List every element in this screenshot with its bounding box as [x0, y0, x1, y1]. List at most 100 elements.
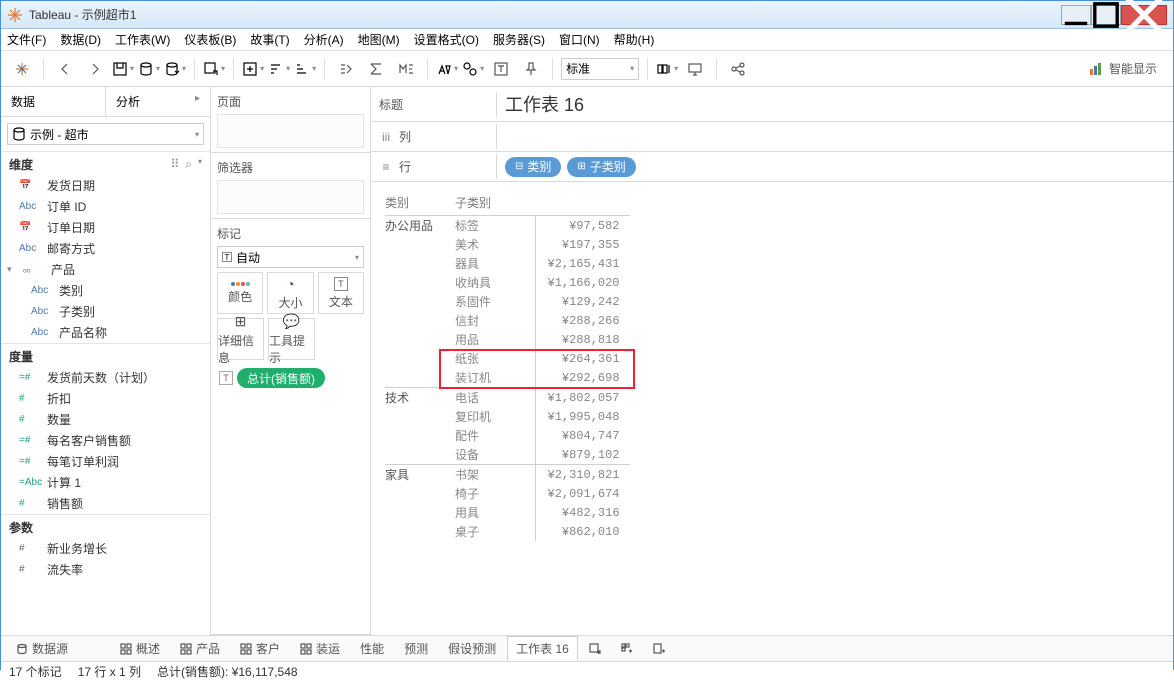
- forward-button[interactable]: [82, 56, 108, 82]
- menu-map[interactable]: 地图(M): [358, 31, 400, 48]
- new-dashboard-tab[interactable]: [612, 639, 642, 659]
- field-product-folder[interactable]: ▾ₒₒ产品: [1, 259, 210, 280]
- param-churn[interactable]: #流失率: [1, 559, 210, 580]
- viz-row[interactable]: 设备¥879,102: [385, 445, 630, 465]
- share-button[interactable]: [725, 56, 751, 82]
- new-worksheet-tab[interactable]: [580, 639, 610, 659]
- menu-dashboard[interactable]: 仪表板(B): [184, 31, 236, 48]
- tab-analytics[interactable]: 分析▸: [106, 87, 210, 116]
- viz-row[interactable]: 家具书架¥2,310,821: [385, 465, 630, 485]
- field-sales[interactable]: #销售额: [1, 493, 210, 514]
- presentation-button[interactable]: [682, 56, 708, 82]
- menu-story[interactable]: 故事(T): [250, 31, 289, 48]
- save-button[interactable]: ▾: [112, 61, 134, 77]
- new-datasource-button[interactable]: ▾: [138, 61, 160, 77]
- show-me-button[interactable]: 智能显示: [1089, 60, 1165, 77]
- param-new-business[interactable]: #新业务增长: [1, 538, 210, 559]
- viz-row[interactable]: 信封¥288,266: [385, 311, 630, 330]
- field-profit-per-order[interactable]: =#每笔订单利润: [1, 451, 210, 472]
- show-cards-button[interactable]: ▾: [656, 61, 678, 77]
- new-worksheet-button[interactable]: ▾: [203, 61, 225, 77]
- tableau-icon[interactable]: [9, 56, 35, 82]
- field-quantity[interactable]: #数量: [1, 409, 210, 430]
- menu-analysis[interactable]: 分析(A): [304, 31, 344, 48]
- pin-button[interactable]: [518, 56, 544, 82]
- tab-worksheet-16[interactable]: 工作表 16: [507, 636, 578, 661]
- menu-data[interactable]: 数据(D): [60, 31, 101, 48]
- group-button[interactable]: [333, 56, 359, 82]
- back-button[interactable]: [52, 56, 78, 82]
- viz-row[interactable]: 美术¥197,355: [385, 235, 630, 254]
- marks-detail-button[interactable]: ⊞详细信息: [217, 318, 264, 360]
- field-ship-date[interactable]: 📅发货日期: [1, 175, 210, 196]
- field-ship-mode[interactable]: Abc邮寄方式: [1, 238, 210, 259]
- field-days-to-ship[interactable]: =#发货前天数（计划）: [1, 367, 210, 388]
- view-list-icon[interactable]: ⠿: [170, 157, 179, 172]
- menu-worksheet[interactable]: 工作表(W): [115, 31, 170, 48]
- field-sales-per-customer[interactable]: =#每名客户销售额: [1, 430, 210, 451]
- menu-server[interactable]: 服务器(S): [493, 31, 545, 48]
- viz-row[interactable]: 复印机¥1,995,048: [385, 407, 630, 426]
- tab-performance[interactable]: 性能: [351, 636, 393, 661]
- tab-shipping[interactable]: 装运: [291, 636, 349, 661]
- field-subcategory[interactable]: Abc子类别: [1, 301, 210, 322]
- maximize-button[interactable]: [1091, 5, 1121, 25]
- tab-customer[interactable]: 客户: [231, 636, 289, 661]
- field-product-name[interactable]: Abc产品名称: [1, 322, 210, 343]
- field-order-date[interactable]: 📅订单日期: [1, 217, 210, 238]
- close-button[interactable]: [1121, 5, 1167, 25]
- tab-product[interactable]: 产品: [171, 636, 229, 661]
- tab-forecast[interactable]: 预测: [395, 636, 437, 661]
- viz-row[interactable]: 椅子¥2,091,674: [385, 484, 630, 503]
- viz-row[interactable]: 办公用品标签¥97,582: [385, 216, 630, 236]
- mark-type-selector[interactable]: T自动▾: [217, 246, 364, 268]
- highlight-button[interactable]: ▾: [436, 61, 458, 77]
- viz-row[interactable]: 系固件¥129,242: [385, 292, 630, 311]
- marks-size-button[interactable]: ◔大小: [267, 272, 313, 314]
- field-order-id[interactable]: Abc订单 ID: [1, 196, 210, 217]
- viz-row[interactable]: 器具¥2,165,431: [385, 254, 630, 273]
- dimensions-menu-icon[interactable]: ▾: [198, 157, 202, 172]
- text-button[interactable]: [488, 56, 514, 82]
- marks-pill-sum-sales[interactable]: 总计(销售额): [237, 368, 325, 388]
- tab-datasource[interactable]: 数据源: [7, 636, 77, 661]
- viz-row[interactable]: 配件¥804,747: [385, 426, 630, 445]
- totals-button[interactable]: [363, 56, 389, 82]
- viz-row[interactable]: 桌子¥862,010: [385, 522, 630, 541]
- show-labels-button[interactable]: [393, 56, 419, 82]
- menu-help[interactable]: 帮助(H): [614, 31, 655, 48]
- sort-asc-button[interactable]: ▾: [268, 61, 290, 77]
- worksheet-title[interactable]: 工作表 16: [497, 87, 1173, 121]
- tab-whatif[interactable]: 假设预测: [439, 636, 505, 661]
- minimize-button[interactable]: [1061, 5, 1091, 25]
- field-category[interactable]: Abc类别: [1, 280, 210, 301]
- pages-shelf[interactable]: [217, 114, 364, 148]
- datasource-selector[interactable]: 示例 - 超市 ▾: [7, 123, 204, 145]
- field-discount[interactable]: #折扣: [1, 388, 210, 409]
- viz-row[interactable]: 用具¥482,316: [385, 503, 630, 522]
- format-button[interactable]: ▾: [462, 61, 484, 77]
- sort-desc-button[interactable]: ▾: [294, 61, 316, 77]
- rows-pill-subcategory[interactable]: ⊞子类别: [567, 157, 635, 177]
- refresh-button[interactable]: ▾: [164, 61, 186, 77]
- menu-format[interactable]: 设置格式(O): [414, 31, 479, 48]
- tab-overview[interactable]: 概述: [111, 636, 169, 661]
- swap-button[interactable]: ▾: [242, 61, 264, 77]
- visualization-area[interactable]: 类别子类别 办公用品标签¥97,582美术¥197,355器具¥2,165,43…: [371, 182, 1173, 635]
- rows-shelf[interactable]: ⊟类别 ⊞子类别: [497, 153, 1173, 181]
- new-story-tab[interactable]: [644, 639, 674, 659]
- field-calc1[interactable]: =Abc计算 1: [1, 472, 210, 493]
- marks-text-button[interactable]: T文本: [318, 272, 364, 314]
- search-icon[interactable]: ⌕: [185, 157, 192, 172]
- viz-row[interactable]: 装订机¥292,698: [385, 368, 630, 388]
- tab-data[interactable]: 数据: [1, 87, 106, 116]
- columns-shelf[interactable]: [497, 133, 1173, 141]
- viz-row[interactable]: 用品¥288,818: [385, 330, 630, 349]
- fit-selector[interactable]: 标准▾: [561, 58, 639, 80]
- viz-row[interactable]: 收纳具¥1,166,020: [385, 273, 630, 292]
- viz-row[interactable]: 技术电话¥1,802,057: [385, 388, 630, 408]
- menu-file[interactable]: 文件(F): [7, 31, 46, 48]
- marks-tooltip-button[interactable]: 💬工具提示: [268, 318, 315, 360]
- filters-shelf[interactable]: [217, 180, 364, 214]
- marks-color-button[interactable]: 颜色: [217, 272, 263, 314]
